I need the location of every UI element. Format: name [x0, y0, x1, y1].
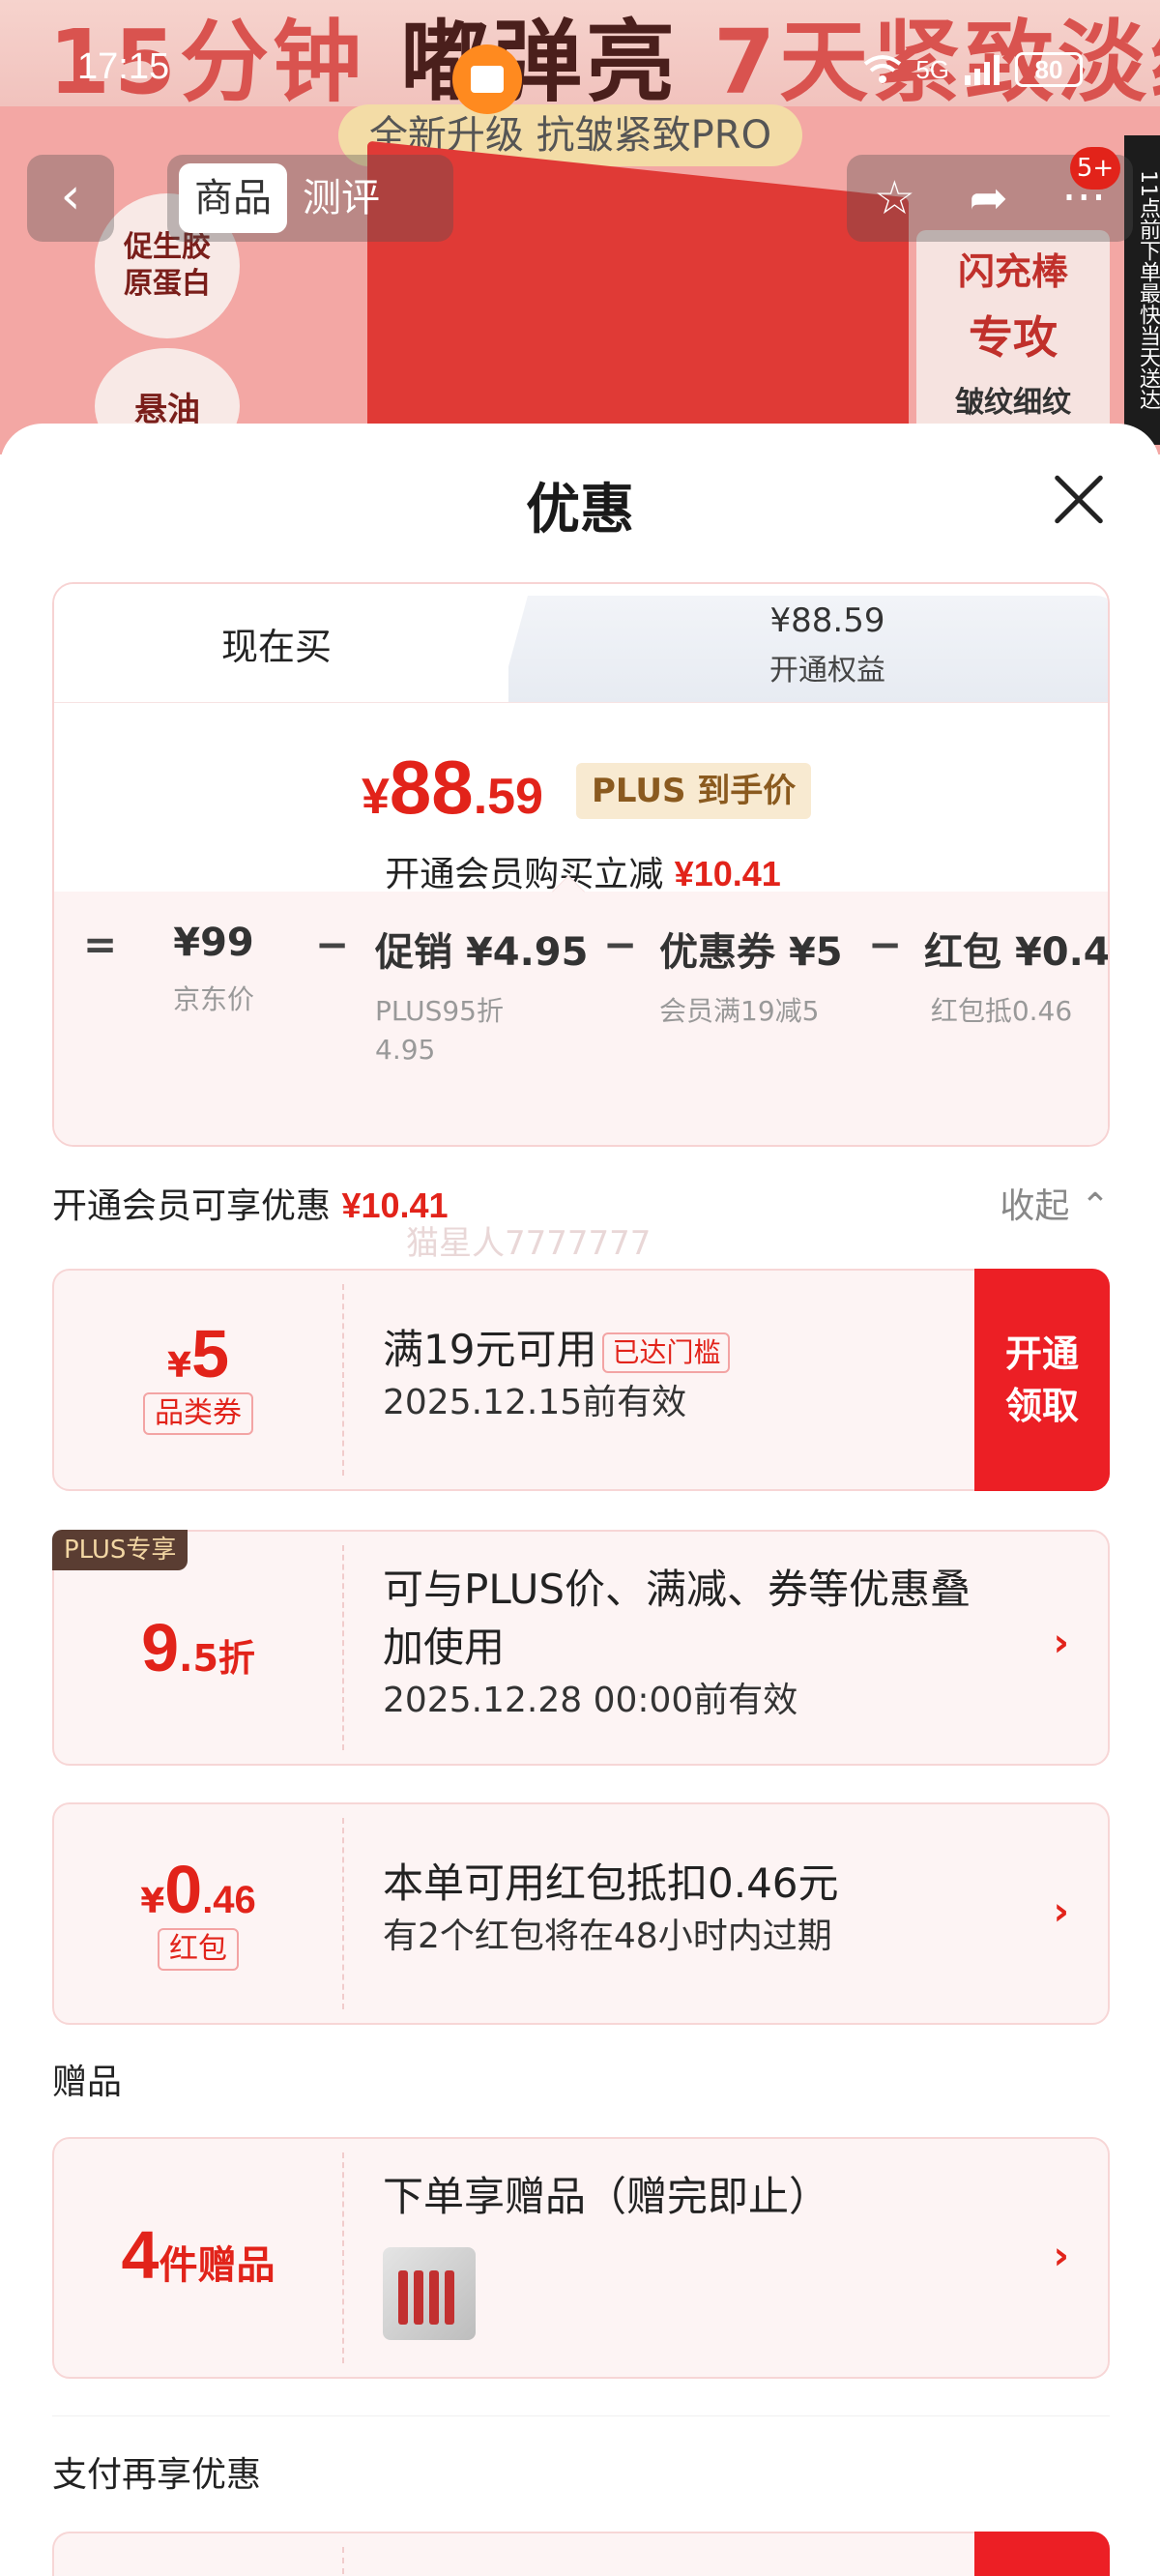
- breakdown-item-promo: 促销 ¥4.95 PLUS95折 4.95: [375, 930, 589, 1066]
- back-button[interactable]: ‹: [27, 155, 114, 242]
- breakdown-op-equal: =: [83, 921, 118, 968]
- status-icons: 5G 80: [863, 52, 1083, 87]
- red-packet-amount: ¥0.46 红包: [54, 1804, 342, 2023]
- collapse-toggle[interactable]: 收起 ⌃: [1000, 1178, 1110, 1228]
- tab-product[interactable]: 商品: [179, 163, 287, 233]
- coupon-details: 满19元可用 已达门槛 2025.12.15前有效: [383, 1321, 1001, 1427]
- coupon-type-badge: 品类券: [143, 1392, 253, 1435]
- open-membership-label: 开通权益: [769, 654, 885, 688]
- wifi-icon: [864, 55, 902, 83]
- category-coupon-card[interactable]: ¥5 品类券 满19元可用 已达门槛 2025.12.15前有效 开通 领取: [52, 1269, 1110, 1491]
- close-icon[interactable]: [1052, 472, 1106, 526]
- cart-count-badge: 5+: [1070, 147, 1120, 190]
- gift-count: 4件赠品: [121, 2217, 276, 2293]
- red-packet-badge: 红包: [158, 1928, 239, 1971]
- final-price: ¥88.59: [362, 745, 543, 830]
- discount-amount: 9.5折: [141, 1610, 255, 1685]
- breakdown-op-minus: −: [868, 921, 903, 968]
- breakdown-item-redpacket: 红包 ¥0.46 红包抵0.46: [924, 930, 1110, 1027]
- coupon-amount: ¥5 品类券: [54, 1271, 342, 1489]
- discount-details: 可与PLUS价、满减、券等优惠叠加使用 2025.12.28 00:00前有效: [383, 1566, 972, 1720]
- pay-discount-card[interactable]: [52, 2532, 1110, 2576]
- floating-app-icon[interactable]: [452, 44, 522, 114]
- star-icon[interactable]: ☆: [874, 171, 915, 225]
- discount-sheet: 优惠 现在买 ¥88.59 开通权益 ¥88.59 PLUS 到手价 开通会员购…: [0, 424, 1160, 2576]
- product-tabs: 商品 测评: [167, 155, 453, 242]
- tab-review[interactable]: 测评: [287, 163, 395, 233]
- plus-price-tag: PLUS 到手价: [576, 763, 812, 819]
- breakdown-op-minus: −: [315, 921, 350, 968]
- gift-thumbnail: [383, 2247, 476, 2340]
- red-packet-details: 本单可用红包抵扣0.46元 有2个红包将在48小时内过期: [383, 1859, 839, 1956]
- breakdown-op-minus: −: [603, 921, 638, 968]
- status-bar: 17:15 5G 80: [0, 44, 1160, 114]
- product-navbar: ‹ 商品 测评 ☆ ➦ ···: [27, 155, 1133, 242]
- plus-discount-card[interactable]: PLUS专享 9.5折 可与PLUS价、满减、券等优惠叠加使用 2025.12.…: [52, 1530, 1110, 1766]
- price-card: 现在买 ¥88.59 开通权益 ¥88.59 PLUS 到手价 开通会员购买立减…: [52, 582, 1110, 1147]
- open-and-claim-button[interactable]: 开通 领取: [974, 1269, 1110, 1491]
- final-price-panel: ¥88.59 PLUS 到手价 开通会员购买立减 ¥10.41: [54, 702, 1108, 894]
- network-label: 5G: [915, 54, 949, 84]
- gift-card[interactable]: 4件赠品 下单享赠品（赠完即止） ›: [52, 2137, 1110, 2379]
- gift-details: 下单享赠品（赠完即止）: [383, 2173, 830, 2220]
- share-icon[interactable]: ➦: [970, 171, 1008, 225]
- threshold-reached-tag: 已达门槛: [602, 1332, 731, 1373]
- open-membership-price: ¥88.59: [769, 601, 885, 640]
- price-breakdown: = ¥99 京东价 − 促销 ¥4.95 PLUS95折 4.95 − 优惠券 …: [54, 892, 1110, 1145]
- chevron-right-icon: ›: [1053, 1621, 1069, 1665]
- sheet-title: 优惠: [526, 479, 634, 542]
- status-time: 17:15: [77, 46, 170, 87]
- breakdown-item-coupon: 优惠券 ¥5 会员满19减5: [659, 930, 843, 1027]
- gift-section-header: 赠品: [52, 2063, 123, 2102]
- pay-action-button[interactable]: [974, 2532, 1110, 2576]
- watermark: 猫星人7777777: [406, 1224, 652, 1263]
- feature-card-right: 闪充棒 专攻 皱纹细纹: [916, 230, 1110, 443]
- chevron-right-icon: ›: [1053, 1889, 1069, 1934]
- section-divider: [52, 2415, 1110, 2416]
- pay-section-header: 支付再享优惠: [52, 2455, 262, 2495]
- chevron-right-icon: ›: [1053, 2234, 1069, 2278]
- battery-indicator: 80: [1015, 52, 1083, 87]
- chevron-up-icon: ⌃: [1080, 1186, 1110, 1226]
- signal-icon: [965, 55, 1000, 85]
- breakdown-item-jd-price: ¥99 京东价: [172, 921, 254, 1015]
- tab-buy-now-label: 现在买: [220, 626, 332, 668]
- red-packet-card[interactable]: ¥0.46 红包 本单可用红包抵扣0.46元 有2个红包将在48小时内过期 ›: [52, 1802, 1110, 2025]
